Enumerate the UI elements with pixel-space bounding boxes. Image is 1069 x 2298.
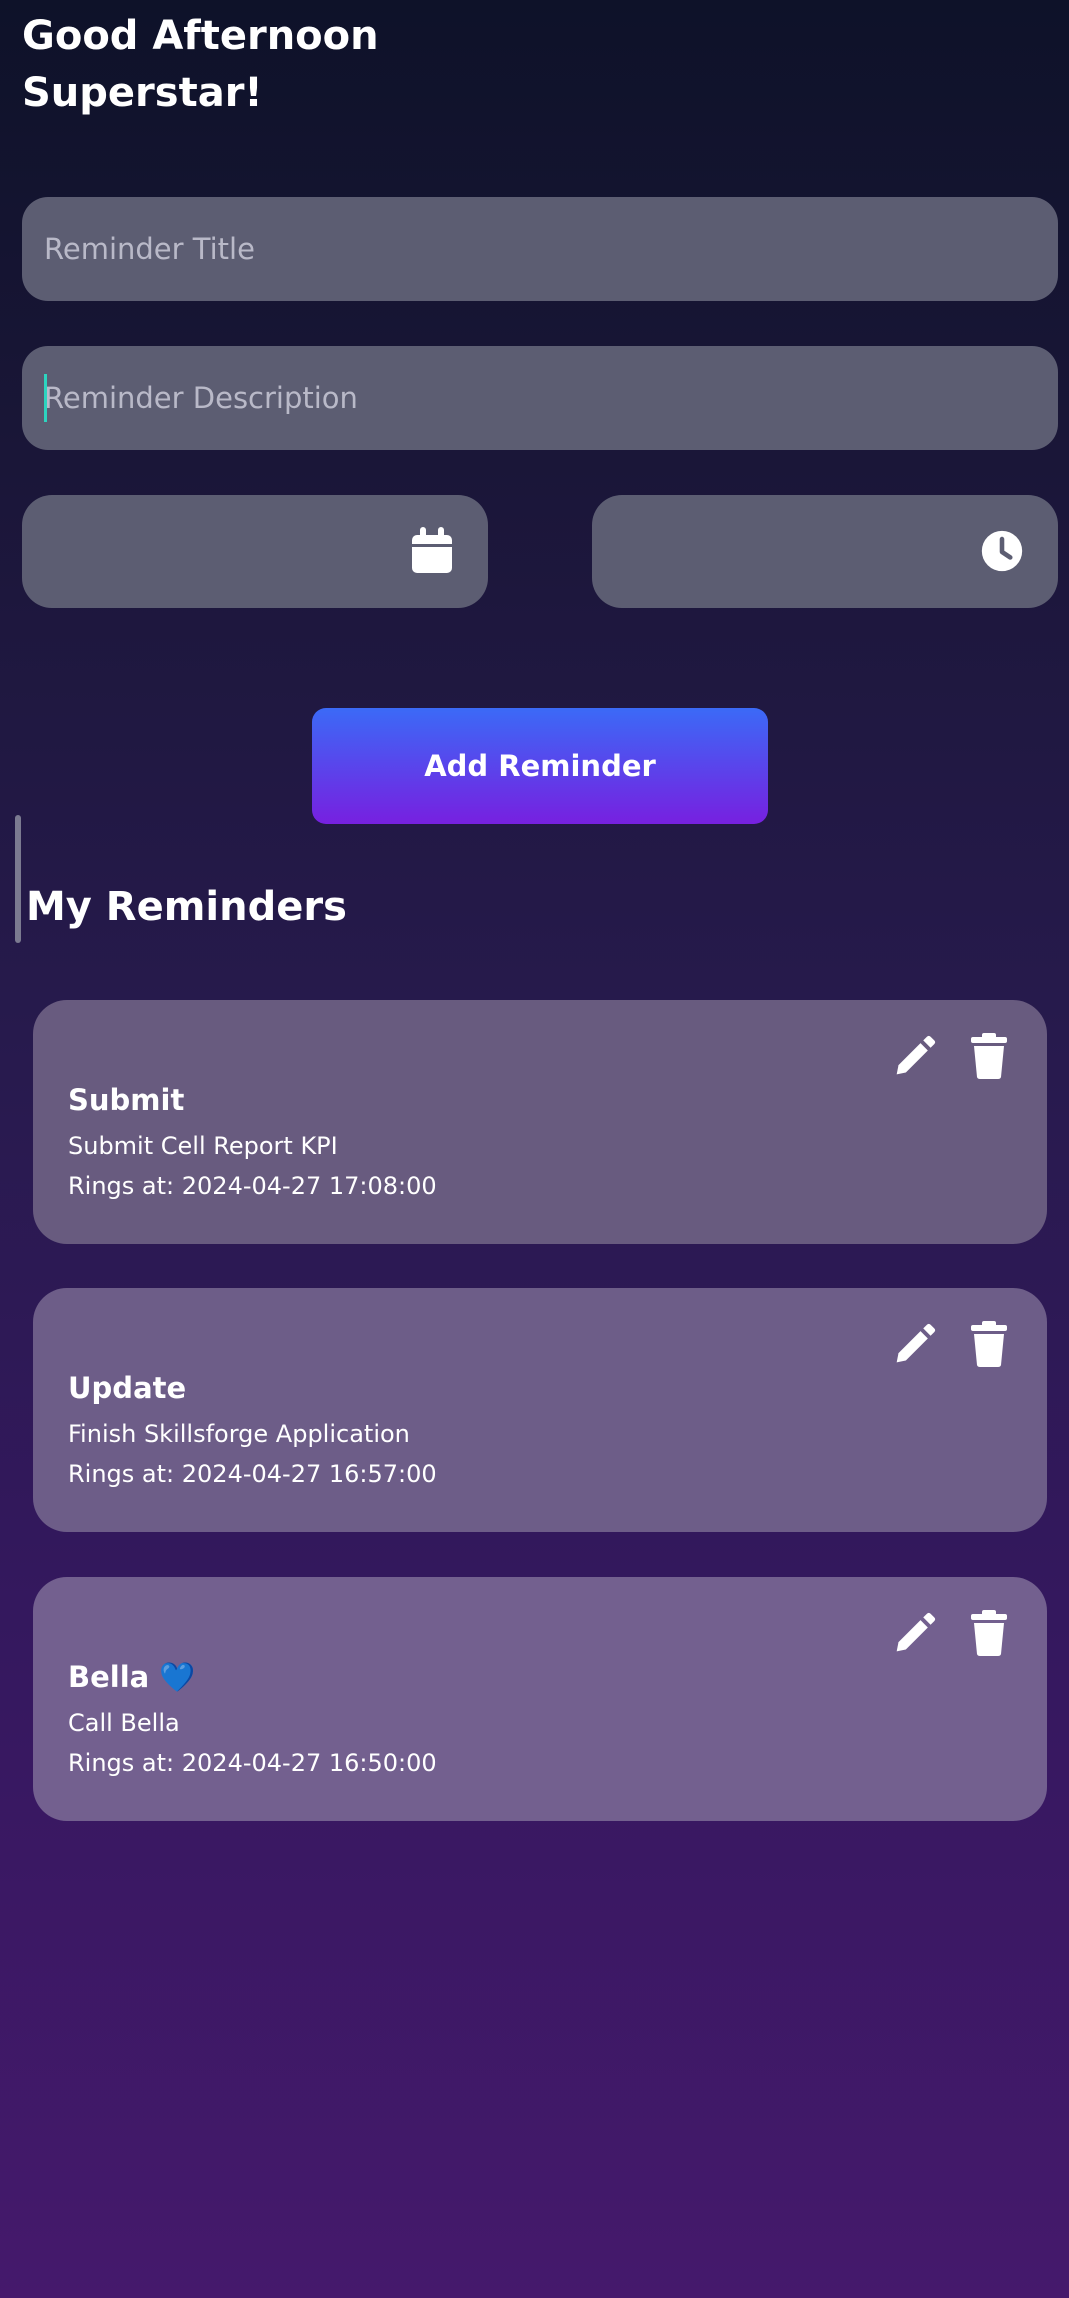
reminder-actions: [893, 1609, 1011, 1657]
trash-icon[interactable]: [967, 1320, 1011, 1368]
add-reminder-button[interactable]: Add Reminder: [312, 708, 768, 824]
my-reminders-heading: My Reminders: [26, 884, 347, 930]
reminder-description-input[interactable]: [22, 346, 1058, 450]
pencil-icon[interactable]: [893, 1609, 937, 1657]
time-picker[interactable]: [592, 495, 1058, 608]
pencil-icon[interactable]: [893, 1320, 937, 1368]
reminder-card: Bella 💙 Call Bella Rings at: 2024-04-27 …: [33, 1577, 1047, 1821]
scrollbar-thumb[interactable]: [15, 815, 21, 943]
reminder-ring-time: Rings at: 2024-04-27 17:08:00: [68, 1172, 437, 1200]
reminder-actions: [893, 1032, 1011, 1080]
reminder-description-field[interactable]: [22, 346, 1058, 450]
trash-icon[interactable]: [967, 1032, 1011, 1080]
reminder-title: Submit: [68, 1083, 185, 1117]
reminder-title-input[interactable]: [22, 197, 1058, 301]
reminder-ring-time: Rings at: 2024-04-27 16:50:00: [68, 1749, 437, 1777]
reminder-description: Submit Cell Report KPI: [68, 1132, 338, 1160]
reminder-description: Finish Skillsforge Application: [68, 1420, 410, 1448]
greeting-heading: Good Afternoon Superstar!: [22, 13, 379, 116]
reminder-card: Update Finish Skillsforge Application Ri…: [33, 1288, 1047, 1532]
reminder-ring-time: Rings at: 2024-04-27 16:57:00: [68, 1460, 437, 1488]
reminder-actions: [893, 1320, 1011, 1368]
calendar-icon[interactable]: [410, 527, 454, 575]
reminder-description: Call Bella: [68, 1709, 180, 1737]
pencil-icon[interactable]: [893, 1032, 937, 1080]
reminder-title-field[interactable]: [22, 197, 1058, 301]
text-cursor: [44, 374, 47, 422]
clock-icon[interactable]: [980, 527, 1024, 575]
reminder-card: Submit Submit Cell Report KPI Rings at: …: [33, 1000, 1047, 1244]
reminder-title: Update: [68, 1371, 187, 1405]
date-picker[interactable]: [22, 495, 488, 608]
reminder-title: Bella 💙: [68, 1660, 196, 1694]
trash-icon[interactable]: [967, 1609, 1011, 1657]
